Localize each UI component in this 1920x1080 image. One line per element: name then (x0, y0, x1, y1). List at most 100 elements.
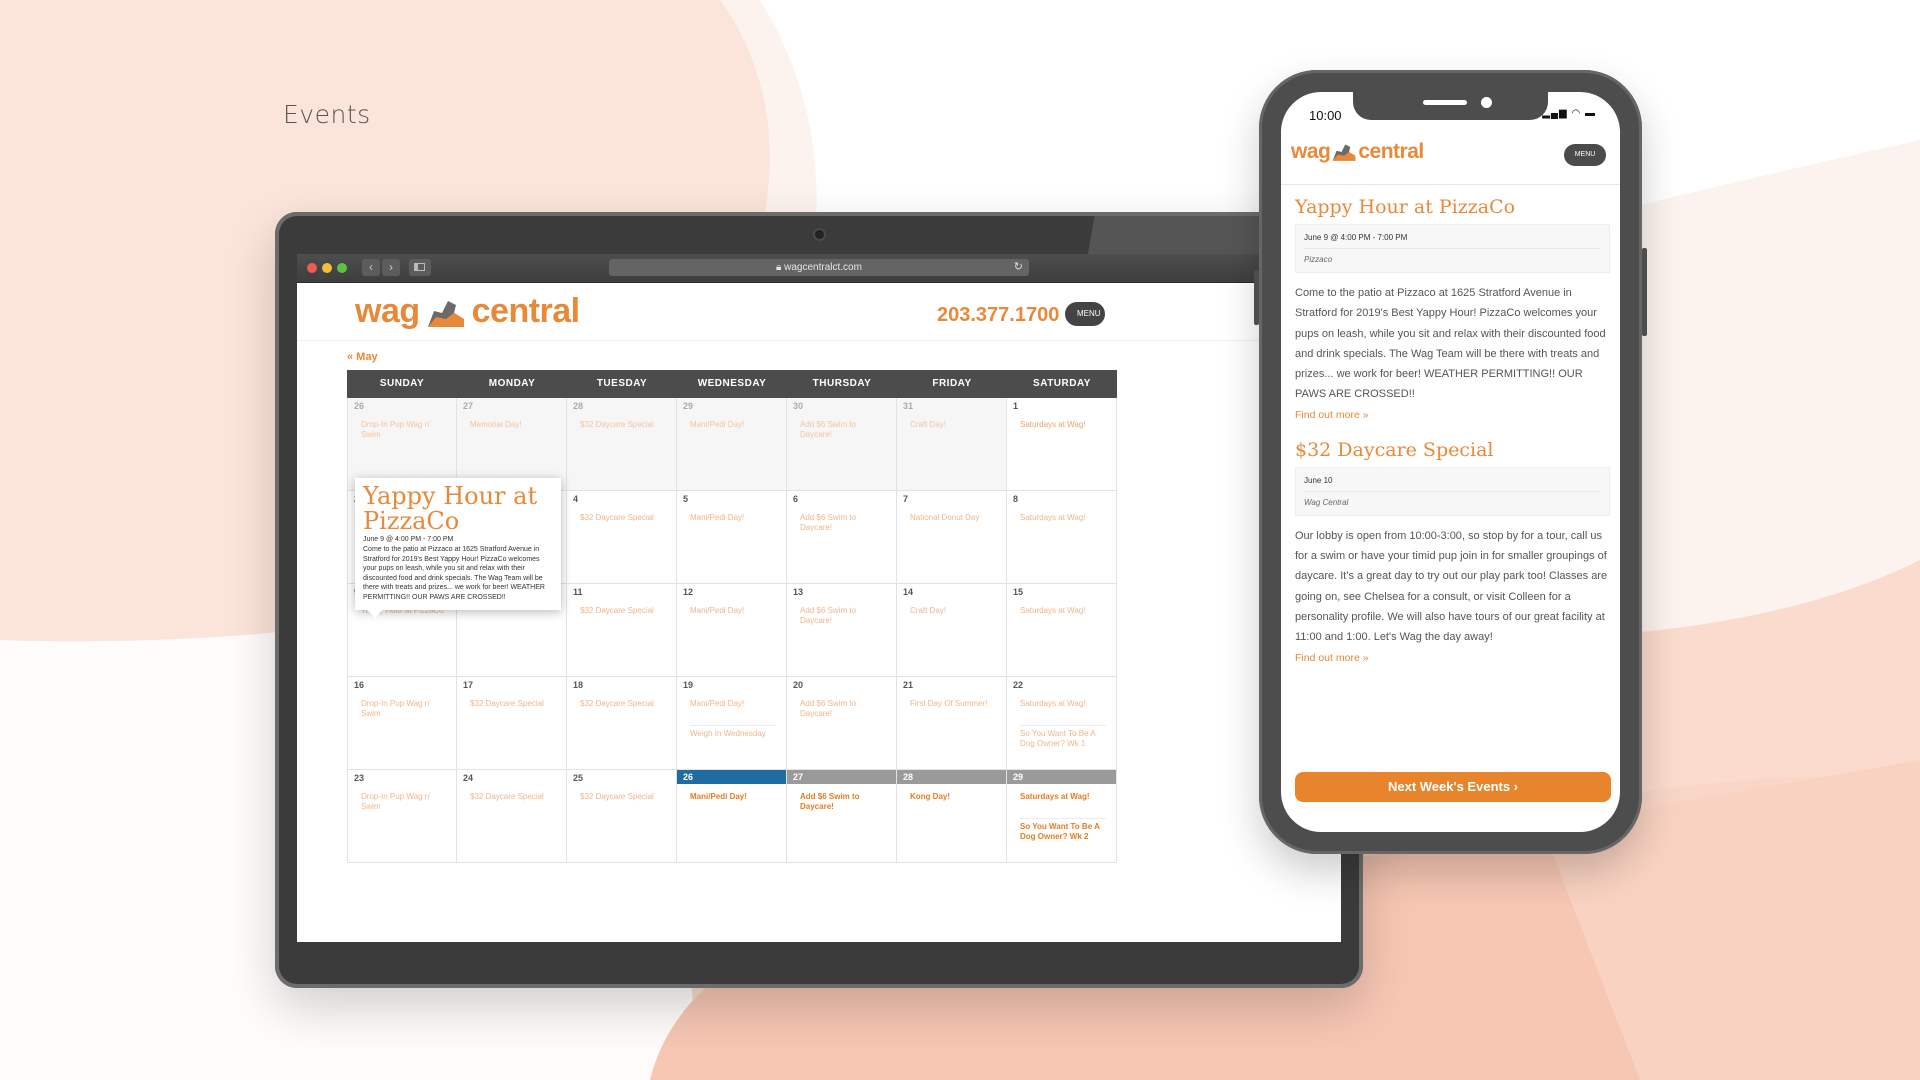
close-window-button[interactable] (307, 263, 317, 273)
calendar-event-link[interactable]: $32 Daycare Special (470, 699, 556, 709)
calendar-event-link[interactable]: Add $6 Swim to Daycare! (800, 420, 886, 440)
calendar-day-cell[interactable]: 29 Mani/Pedi Day! (677, 398, 787, 491)
calendar-day-cell[interactable]: 1 Saturdays at Wag! (1007, 398, 1117, 491)
calendar-day-cell[interactable]: 17 $32 Daycare Special (457, 677, 567, 770)
day-number-bar (897, 770, 1006, 784)
calendar-event-link[interactable]: National Donut Day (910, 513, 996, 523)
phone-number[interactable]: 203.377.1700 (937, 304, 1059, 327)
calendar-day-cell[interactable]: 5 Mani/Pedi Day! (677, 491, 787, 584)
reload-icon[interactable]: ↻ (1014, 259, 1023, 276)
calendar-event-link[interactable]: Mani/Pedi Day! (690, 420, 776, 430)
calendar-day-cell[interactable]: 15 Saturdays at Wag! (1007, 584, 1117, 677)
day-number: 28 (903, 772, 914, 782)
calendar-event-link[interactable]: Mani/Pedi Day! (690, 606, 776, 616)
calendar-day-cell[interactable]: 21 First Day Of Summer! (897, 677, 1007, 770)
calendar-day-cell[interactable]: 8 Saturdays at Wag! (1007, 491, 1117, 584)
calendar-event-link[interactable]: Kong Day! (910, 792, 996, 802)
menu-button[interactable]: MENU (1065, 302, 1105, 326)
calendar-day-cell[interactable]: 19 Mani/Pedi Day! Weigh In Wednesday (677, 677, 787, 770)
find-out-more-link[interactable]: Find out more » (1295, 652, 1610, 664)
event-date: June 10 (1304, 472, 1601, 492)
calendar-day-cell[interactable]: 20 Add $6 Swim to Daycare! (787, 677, 897, 770)
calendar-event-link[interactable]: Add $6 Swim to Daycare! (800, 606, 886, 626)
calendar-event-link[interactable]: Saturdays at Wag! (1020, 606, 1106, 616)
calendar-event-link[interactable]: So You Want To Be A Dog Owner? Wk 1 (1020, 725, 1106, 749)
calendar-event-link[interactable]: Mani/Pedi Day! (690, 699, 776, 709)
calendar-day-cell[interactable]: 6 Add $6 Swim to Daycare! (787, 491, 897, 584)
calendar-day-cell[interactable]: 18 $32 Daycare Special (567, 677, 677, 770)
calendar-event-link[interactable]: Saturdays at Wag! (1020, 699, 1106, 709)
maximize-window-button[interactable] (337, 263, 347, 273)
calendar-day-cell[interactable]: 28 $32 Daycare Special (567, 398, 677, 491)
calendar-event-link[interactable]: $32 Daycare Special (580, 699, 666, 709)
calendar-event-link[interactable]: Mani/Pedi Day! (690, 792, 776, 802)
mobile-menu-button[interactable]: MENU (1564, 144, 1606, 166)
calendar-event-link[interactable]: Add $6 Swim to Daycare! (800, 792, 886, 812)
sidebar-toggle-icon[interactable] (409, 259, 431, 276)
mobile-header: wag central MENU (1281, 134, 1620, 185)
calendar-event-link[interactable]: $32 Daycare Special (470, 792, 556, 802)
calendar-day-cell[interactable]: 7 National Donut Day (897, 491, 1007, 584)
calendar-event-link[interactable]: $32 Daycare Special (580, 792, 666, 802)
calendar-event-link[interactable]: Add $6 Swim to Daycare! (800, 699, 886, 719)
popup-title[interactable]: Yappy Hour at PizzaCo (363, 484, 553, 534)
calendar-day-cell[interactable]: 29 Saturdays at Wag! So You Want To Be A D… (1007, 770, 1117, 863)
calendar-event-link[interactable]: Craft Day! (910, 606, 996, 616)
calendar-day-cell[interactable]: 26 Mani/Pedi Day! (677, 770, 787, 863)
calendar-event-link[interactable]: First Day Of Summer! (910, 699, 996, 709)
calendar-day-cell[interactable]: 31 Craft Day! (897, 398, 1007, 491)
calendar-day-cell[interactable]: 4 $32 Daycare Special (567, 491, 677, 584)
chevron-right-icon[interactable]: › (382, 259, 400, 276)
calendar-header: SUNDAY MONDAY TUESDAY WEDNESDAY THURSDAY… (347, 370, 1117, 398)
calendar-event-link[interactable]: $32 Daycare Special (580, 420, 666, 430)
next-weeks-events-button[interactable]: Next Week's Events › (1295, 772, 1611, 802)
day-header: SATURDAY (1033, 378, 1091, 389)
site-logo[interactable]: wag central (355, 292, 580, 331)
calendar-event-link[interactable]: Mani/Pedi Day! (690, 513, 776, 523)
calendar-event-link[interactable]: Saturdays at Wag! (1020, 513, 1106, 523)
calendar-day-cell[interactable]: 30 Add $6 Swim to Daycare! (787, 398, 897, 491)
chevron-left-icon[interactable]: ‹ (362, 259, 380, 276)
calendar-event-link[interactable]: $32 Daycare Special (580, 513, 666, 523)
calendar-event-link[interactable]: Saturdays at Wag! (1020, 420, 1106, 430)
calendar-day-cell[interactable]: 12 Mani/Pedi Day! (677, 584, 787, 677)
url-bar[interactable]: 🔒︎ wagcentralct.com ↻ (609, 259, 1029, 276)
prev-month-link[interactable]: « May (347, 351, 378, 363)
calendar-day-cell[interactable]: 27 Add $6 Swim to Daycare! (787, 770, 897, 863)
calendar-event-link[interactable]: Saturdays at Wag! (1020, 792, 1106, 802)
logo-text-2: central (1358, 140, 1424, 163)
calendar-event-link[interactable]: $32 Daycare Special (580, 606, 666, 616)
day-number-bar (787, 770, 896, 784)
calendar-day-cell[interactable]: 23 Drop-In Pup Wag n' Swim (347, 770, 457, 863)
calendar-event-link[interactable]: Drop-In Pup Wag n' Swim (361, 792, 447, 812)
minimize-window-button[interactable] (322, 263, 332, 273)
event-title[interactable]: $32 Daycare Special (1295, 439, 1610, 461)
day-number: 23 (354, 773, 365, 783)
calendar-event-link[interactable]: Drop-In Pup Wag n' Swim (361, 699, 447, 719)
calendar-event-link[interactable]: Memorial Day! (470, 420, 556, 430)
calendar-event-link[interactable]: Drop-In Pup Wag n' Swim (361, 420, 447, 440)
calendar-day-cell[interactable]: 28 Kong Day! (897, 770, 1007, 863)
calendar-day-cell[interactable]: 16 Drop-In Pup Wag n' Swim (347, 677, 457, 770)
calendar-event-link[interactable]: So You Want To Be A Dog Owner? Wk 2 (1020, 818, 1106, 842)
calendar-grid: 26 Drop-In Pup Wag n' Swim 27 Memorial Day!… (347, 398, 1117, 863)
calendar-day-cell[interactable]: 13 Add $6 Swim to Daycare! (787, 584, 897, 677)
day-number: 22 (1013, 680, 1024, 690)
calendar-event-link[interactable]: Weigh In Wednesday (690, 725, 776, 739)
calendar-event-link[interactable]: Craft Day! (910, 420, 996, 430)
calendar-day-cell[interactable]: 24 $32 Daycare Special (457, 770, 567, 863)
calendar-day-cell[interactable]: 25 $32 Daycare Special (567, 770, 677, 863)
event-title[interactable]: Yappy Hour at PizzaCo (1295, 196, 1610, 218)
find-out-more-link[interactable]: Find out more » (1295, 409, 1610, 421)
day-number: 12 (683, 587, 694, 597)
day-number: 26 (354, 401, 365, 411)
day-number: 15 (1013, 587, 1024, 597)
day-number: 13 (793, 587, 804, 597)
calendar-event-link[interactable]: Add $6 Swim to Daycare! (800, 513, 886, 533)
calendar-day-cell[interactable]: 14 Craft Day! (897, 584, 1007, 677)
mobile-logo[interactable]: wag central (1291, 140, 1424, 164)
event-item: $32 Daycare Special June 10 Wag Central … (1295, 439, 1610, 664)
day-number: 26 (683, 772, 694, 782)
calendar-day-cell[interactable]: 22 Saturdays at Wag! So You Want To Be A D… (1007, 677, 1117, 770)
calendar-day-cell[interactable]: 11 $32 Daycare Special (567, 584, 677, 677)
